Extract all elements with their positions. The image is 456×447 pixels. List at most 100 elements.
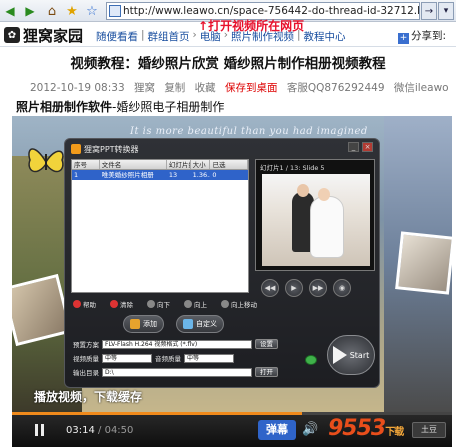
favorites-list-icon[interactable]: ☆ [84, 3, 100, 19]
article-title: 视频教程：婚纱照片欣赏 婚纱照片制作相册视频教程 [70, 56, 386, 72]
progress-bar[interactable] [12, 412, 452, 415]
preset-label: 预置方案 [73, 341, 99, 349]
annotation-play-text: 播放视频，下载缓存 [34, 390, 143, 404]
service-qq: 客服QQ876292449 [286, 82, 385, 94]
video-player[interactable]: It is more beautiful than you had imagin… [12, 116, 452, 412]
app-window-buttons: _ × [348, 142, 373, 152]
current-time: 03:14 [66, 425, 95, 436]
move-up-icon [221, 300, 229, 308]
wedding-photo [262, 174, 370, 266]
annotation-open-page: ↑打开视频所在网页 [198, 17, 304, 34]
app-titlebar: 狸窝PPT转换器 [71, 142, 139, 156]
settings-button: 设置 [255, 339, 278, 349]
pause-button[interactable] [32, 423, 46, 437]
col-filename: 文件名 [100, 160, 167, 169]
nav-link-browse[interactable]: 随便看看 [96, 29, 138, 44]
back-arrow-icon[interactable]: ◀ [2, 3, 18, 19]
groom-face [297, 184, 309, 197]
quality-row: 视频质量 中等 音频质量 中等 [73, 353, 234, 363]
clear-icon [110, 300, 118, 308]
custom-label: 自定义 [196, 320, 217, 328]
go-button[interactable]: → [421, 2, 437, 20]
save-to-desktop-link[interactable]: 保存到桌面 [225, 82, 278, 94]
danmu-button[interactable]: 弹幕 [258, 420, 296, 440]
progress-fill [12, 412, 303, 415]
file-list-row: 1 唯美婚纱照片相册 13 1.36... 0 [72, 170, 248, 180]
site-logo[interactable]: ✿ 狸窝家园 [4, 26, 84, 45]
help-icon [73, 300, 81, 308]
butterfly-icon [28, 148, 64, 173]
start-label: Start [349, 350, 370, 360]
address-dropdown-button[interactable]: ▾ [438, 2, 454, 20]
snapshot-icon: ◉ [333, 279, 351, 297]
time-display: 03:14 / 04:50 [66, 425, 133, 436]
video-quality-label: 视频质量 [73, 355, 99, 363]
volume-icon[interactable]: 🔊 [302, 422, 326, 438]
output-label: 输出目录 [73, 369, 99, 377]
nav-link-groups[interactable]: 群组首页 [148, 29, 190, 44]
col-size: 大小 [191, 160, 211, 169]
post-date: 2012-10-19 08:33 [30, 82, 125, 94]
watermark-logo: 9553下载 [328, 416, 404, 441]
row-index: 1 [74, 171, 79, 179]
main-buttons: 添加 自定义 [123, 315, 224, 333]
preset-select: FLV-Flash H.264 视频格式 (*.flv) [102, 339, 252, 349]
preview-label: 幻灯片1 / 13: Slide 5 [260, 164, 325, 172]
duration: 04:50 [104, 425, 134, 436]
row-selected: 0 [212, 171, 217, 179]
subtitle-rest: -婚纱照电子相册制作 [112, 100, 225, 114]
tool-help-label: 帮助 [83, 301, 96, 309]
logo-icon: ✿ [4, 27, 20, 43]
converter-app-window: 狸窝PPT转换器 _ × 序号 文件名 幻灯片数 大小 已选 1 唯美婚纱照片相… [64, 138, 380, 388]
col-slides: 幻灯片数 [167, 160, 191, 169]
video-quality-select: 中等 [102, 353, 152, 363]
nav-link-tutorials[interactable]: 教程中心 [304, 29, 346, 44]
annotation-open-page-text: 打开视频所在网页 [208, 19, 305, 33]
home-icon[interactable]: ⌂ [44, 3, 60, 19]
annotation-play-video: 播放视频，下载缓存 [34, 388, 142, 405]
col-selected: 已选 [210, 160, 249, 169]
tool-help: 帮助 [73, 299, 96, 309]
logo-text: 狸窝家园 [23, 26, 84, 45]
action-liwo[interactable]: 狸窝 [134, 82, 155, 94]
favorite-star-icon[interactable]: ★ [64, 3, 80, 19]
close-icon: × [362, 142, 373, 152]
row-filename: 唯美婚纱照片相册 [101, 171, 154, 179]
nav-separator: › [192, 29, 197, 41]
share-control[interactable]: + 分享到: [398, 28, 446, 44]
pause-bar-left [34, 424, 38, 436]
forward-arrow-icon[interactable]: ▶ [22, 3, 38, 19]
tudou-badge[interactable]: 土豆 [412, 422, 446, 438]
tool-move-up-label: 向上移动 [231, 301, 257, 309]
tool-up: 向上 [184, 299, 207, 309]
app-logo-icon [71, 144, 81, 154]
preset-row: 预置方案 FLV-Flash H.264 视频格式 (*.flv) 设置 [73, 339, 278, 349]
slide-preview: 幻灯片1 / 13: Slide 5 [255, 159, 375, 271]
custom-icon [183, 319, 193, 329]
bride-face [318, 188, 330, 201]
article-subtitle: 照片相册制作软件-婚纱照电子相册制作 [16, 98, 224, 115]
frog-mascot-icon [305, 355, 317, 365]
pause-bar-right [40, 424, 44, 436]
forward-icon: ▶▶ [309, 279, 327, 297]
nav-separator: | [141, 29, 145, 41]
subtitle-bold: 照片相册制作软件 [16, 100, 113, 114]
row-slides: 13 [168, 171, 178, 179]
rewind-icon: ◀◀ [261, 279, 279, 297]
tool-down: 向下 [147, 299, 170, 309]
action-favorite[interactable]: 收藏 [195, 82, 216, 94]
custom-button: 自定义 [176, 315, 224, 333]
add-icon [130, 319, 140, 329]
wechat-id: 微信ileawo [393, 82, 449, 94]
tool-clear-label: 清除 [120, 301, 133, 309]
video-banner-text: It is more beautiful than you had imagin… [130, 126, 368, 137]
add-file-button: 添加 [123, 315, 164, 333]
col-index: 序号 [72, 160, 100, 169]
output-row: 输出目录 D:\ 打开 [73, 367, 278, 377]
open-folder-button: 打开 [255, 367, 278, 377]
annotation-arrow-icon: ↑ [198, 19, 209, 33]
action-copy[interactable]: 复制 [164, 82, 185, 94]
row-size: 1.36... [192, 171, 211, 179]
article-meta: 2012-10-19 08:33 狸窝 复制 收藏 保存到桌面 客服QQ8762… [30, 80, 449, 95]
audio-quality-select: 中等 [184, 353, 234, 363]
